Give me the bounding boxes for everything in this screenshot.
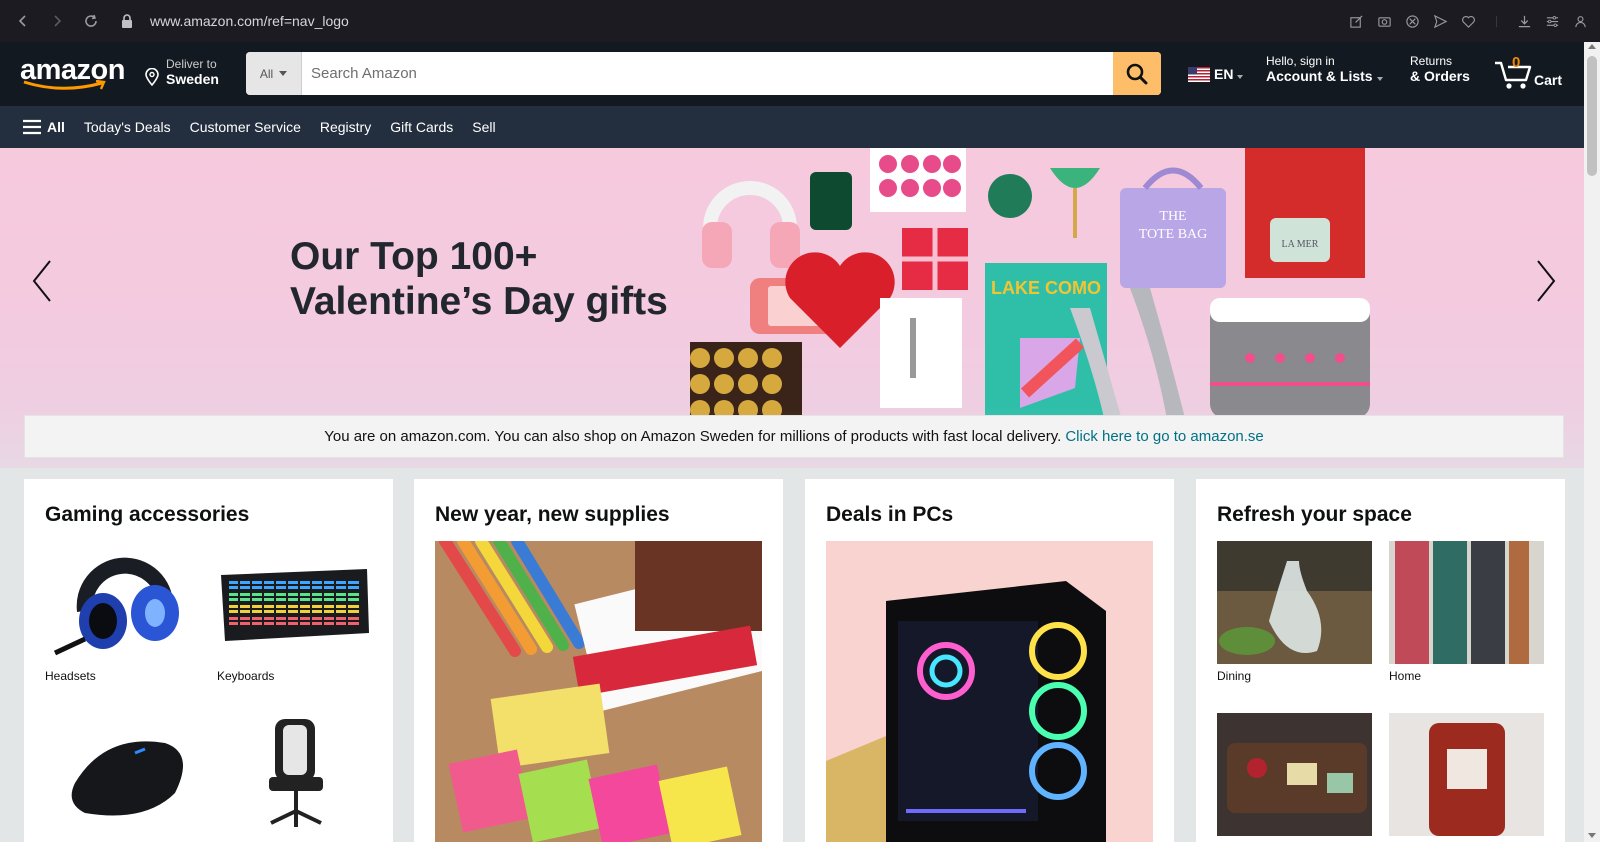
grid-item-mouse[interactable] — [45, 713, 200, 841]
account-and-lists[interactable]: Hello, sign in Account & Lists — [1266, 54, 1383, 84]
forward-button[interactable] — [40, 4, 74, 38]
download-icon[interactable] — [1510, 7, 1538, 35]
card-gaming-accessories: Gaming accessories Headsets Keyboards — [24, 479, 393, 842]
carousel-next-button[interactable] — [1526, 256, 1566, 306]
school-supplies-image[interactable] — [435, 541, 762, 842]
browser-toolbar: www.amazon.com/ref=nav_logo — [0, 0, 1600, 42]
amazon-header: amazon Deliver to Sweden All Search Amaz… — [0, 42, 1584, 106]
keyboard-image — [217, 541, 372, 664]
camera-icon[interactable] — [1370, 7, 1398, 35]
smile-arrow-icon — [23, 80, 106, 90]
grid-item-chair[interactable] — [217, 713, 372, 841]
search-input[interactable] — [302, 52, 1113, 95]
charcuterie-image — [1217, 713, 1372, 836]
lock-icon[interactable] — [118, 14, 136, 28]
back-button[interactable] — [6, 4, 40, 38]
nav-registry[interactable]: Registry — [320, 119, 371, 135]
svg-text:TOTE BAG: TOTE BAG — [1139, 227, 1208, 242]
scroll-up-icon[interactable] — [1588, 44, 1596, 49]
gaming-chair-image — [217, 713, 372, 836]
secondary-nav: All Today's Deals Customer Service Regis… — [0, 106, 1584, 148]
returns-and-orders[interactable]: Returns & Orders — [1410, 54, 1470, 84]
card-refresh-your-space: Refresh your space Dining Home — [1196, 479, 1565, 842]
amazon-logo[interactable]: amazon — [14, 50, 130, 94]
separator — [1482, 7, 1510, 35]
nav-sell[interactable]: Sell — [472, 119, 495, 135]
hamburger-menu-icon — [23, 119, 41, 135]
caret-down-icon — [1376, 77, 1383, 81]
search-icon — [1126, 63, 1148, 84]
svg-text:LAKE COMO: LAKE COMO — [991, 278, 1101, 298]
body-wash-image — [1389, 713, 1544, 836]
home-image — [1389, 541, 1544, 664]
send-icon[interactable] — [1426, 7, 1454, 35]
card-new-year-supplies: New year, new supplies — [414, 479, 783, 842]
block-icon[interactable] — [1398, 7, 1426, 35]
cart-button[interactable]: 0 Cart — [1494, 52, 1574, 96]
grid-item-bath[interactable] — [1389, 713, 1544, 841]
scroll-down-icon[interactable] — [1588, 833, 1596, 838]
settings-sliders-icon[interactable] — [1538, 7, 1566, 35]
nav-customer-service[interactable]: Customer Service — [190, 119, 301, 135]
page-scrollbar[interactable] — [1584, 42, 1600, 842]
chevron-right-icon — [1537, 260, 1556, 302]
us-flag-icon — [1188, 66, 1210, 82]
grid-item-kitchen[interactable] — [1217, 713, 1372, 841]
reload-button[interactable] — [74, 4, 108, 38]
go-to-amazon-se-link[interactable]: Click here to go to amazon.se — [1065, 428, 1263, 445]
search-button[interactable] — [1113, 52, 1161, 95]
dining-image — [1217, 541, 1372, 664]
svg-text:THE: THE — [1159, 209, 1186, 224]
cart-count: 0 — [1512, 54, 1521, 71]
grid-item-home[interactable]: Home — [1389, 541, 1544, 683]
chevron-left-icon — [32, 260, 51, 302]
hero-title: Our Top 100+ Valentine’s Day gifts — [290, 235, 668, 323]
grid-item-dining[interactable]: Dining — [1217, 541, 1372, 683]
nav-gift-cards[interactable]: Gift Cards — [390, 119, 453, 135]
location-pin-icon — [145, 68, 159, 86]
headset-image — [45, 541, 200, 664]
edit-icon[interactable] — [1342, 7, 1370, 35]
search-category-dropdown[interactable]: All — [246, 52, 302, 95]
address-bar[interactable]: www.amazon.com/ref=nav_logo — [150, 13, 349, 29]
svg-text:LA MER: LA MER — [1282, 239, 1319, 250]
mouse-image — [45, 713, 200, 836]
grid-item-headsets[interactable]: Headsets — [45, 541, 200, 683]
all-menu-button[interactable]: All — [22, 119, 65, 135]
carousel-prev-button[interactable] — [22, 256, 62, 306]
caret-down-icon — [1237, 75, 1244, 79]
profile-icon[interactable] — [1566, 7, 1594, 35]
grid-item-keyboards[interactable]: Keyboards — [217, 541, 372, 683]
gaming-pc-image[interactable] — [826, 541, 1153, 842]
heart-icon[interactable] — [1454, 7, 1482, 35]
nav-todays-deals[interactable]: Today's Deals — [84, 119, 171, 135]
scrollbar-thumb[interactable] — [1587, 56, 1597, 176]
card-deals-in-pcs: Deals in PCs — [805, 479, 1174, 842]
caret-down-icon — [279, 71, 288, 76]
search-bar: All — [246, 52, 1161, 95]
country-notice-banner: You are on amazon.com. You can also shop… — [24, 415, 1564, 458]
language-selector[interactable]: EN — [1188, 66, 1244, 82]
